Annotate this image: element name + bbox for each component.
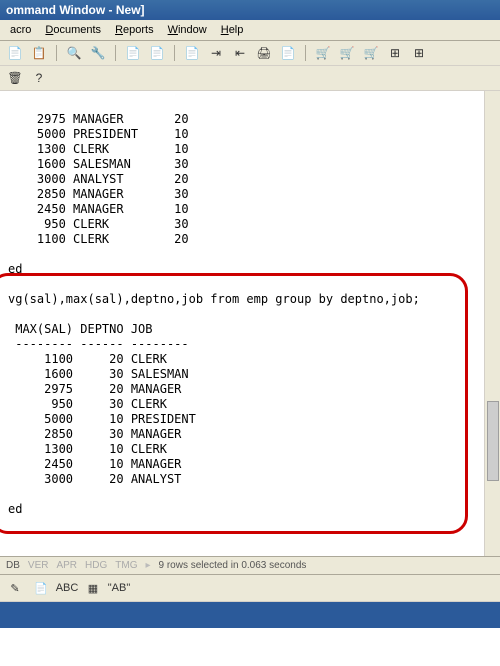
sql-output-area[interactable]: 2975 MANAGER 20 5000 PRESIDENT 10 1300 C… <box>0 91 500 556</box>
toolbar1-btn-10[interactable]: ⇥ <box>207 44 225 62</box>
status-bar: DB VER APR HDG TMG ▸ 9 rows selected in 0.063 … <box>0 556 500 575</box>
status-arrow-icon: ▸ <box>145 560 150 571</box>
status-db: DB <box>6 560 20 571</box>
lowtb-btn-2[interactable]: ABC <box>58 579 76 597</box>
status-tmg: TMG <box>115 560 137 571</box>
lowtb-btn-4[interactable]: "AB" <box>110 579 128 597</box>
lowtb-btn-3[interactable]: ▦ <box>84 579 102 597</box>
toolbar1-btn-11[interactable]: ⇤ <box>231 44 249 62</box>
menu-reports[interactable]: Reports <box>109 22 160 38</box>
status-message: 9 rows selected in 0.063 seconds <box>159 560 307 571</box>
menu-bar: acro Documents Reports Window Help <box>0 20 500 41</box>
toolbar1-btn-17[interactable]: 🛒 <box>362 44 380 62</box>
menu-macro[interactable]: acro <box>4 22 37 38</box>
menu-documents[interactable]: Documents <box>39 22 107 38</box>
toolbar1-btn-15[interactable]: 🛒 <box>314 44 332 62</box>
toolbar-main: 📄 📋 🔍 🔧 📄 📄 📄 ⇥ ⇤ 🖨 📄 🛒 🛒 🛒 ⊞ ⊞ <box>0 41 500 66</box>
taskbar-strip <box>0 602 500 628</box>
toolbar1-btn-19[interactable]: ⊞ <box>410 44 428 62</box>
toolbar1-btn-7[interactable]: 📄 <box>148 44 166 62</box>
toolbar1-btn-12[interactable]: 🖨 <box>255 44 273 62</box>
toolbar1-btn-9[interactable]: 📄 <box>183 44 201 62</box>
toolbar1-btn-3[interactable]: 🔍 <box>65 44 83 62</box>
menu-help[interactable]: Help <box>215 22 250 38</box>
toolbar-secondary: 🗑? <box>0 66 500 91</box>
window-title: ommand Window - New] <box>6 3 145 17</box>
toolbar1-btn-1[interactable]: 📋 <box>30 44 48 62</box>
status-apr: APR <box>56 560 77 571</box>
toolbar1-btn-4[interactable]: 🔧 <box>89 44 107 62</box>
lower-toolbar: ✎ 📄 ABC ▦ "AB" <box>0 575 500 602</box>
lowtb-btn-0[interactable]: ✎ <box>6 579 24 597</box>
toolbar1-btn-6[interactable]: 📄 <box>124 44 142 62</box>
toolbar2-btn-0[interactable]: 🗑 <box>6 69 24 87</box>
toolbar1-btn-0[interactable]: 📄 <box>6 44 24 62</box>
status-ver: VER <box>28 560 49 571</box>
menu-window[interactable]: Window <box>162 22 213 38</box>
toolbar1-btn-13[interactable]: 📄 <box>279 44 297 62</box>
toolbar1-btn-18[interactable]: ⊞ <box>386 44 404 62</box>
vertical-scrollbar[interactable] <box>484 91 500 556</box>
lowtb-btn-1[interactable]: 📄 <box>32 579 50 597</box>
scroll-thumb[interactable] <box>487 401 499 481</box>
toolbar1-btn-16[interactable]: 🛒 <box>338 44 356 62</box>
bottom-margin <box>0 628 500 666</box>
status-hdg: HDG <box>85 560 107 571</box>
toolbar2-btn-1[interactable]: ? <box>30 69 48 87</box>
window-titlebar: ommand Window - New] <box>0 0 500 20</box>
